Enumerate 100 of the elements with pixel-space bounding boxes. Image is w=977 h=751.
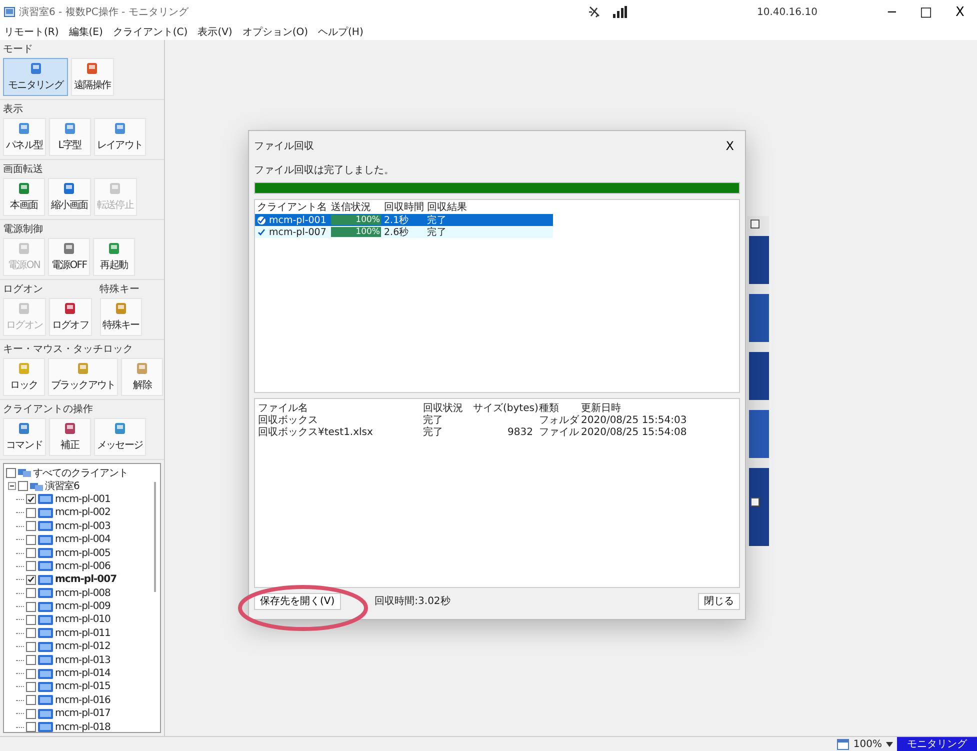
tool-button[interactable]: 縮小画面 bbox=[48, 178, 91, 216]
tool-icon bbox=[18, 122, 30, 135]
tool-button[interactable]: パネル型 bbox=[3, 118, 46, 156]
window-control-button[interactable]: □ bbox=[909, 0, 943, 24]
column-header[interactable]: 回収結果 bbox=[424, 200, 467, 214]
monitor-icon bbox=[38, 708, 53, 719]
client-checkbox[interactable] bbox=[26, 695, 36, 706]
tool-button[interactable]: メッセージ bbox=[94, 418, 146, 456]
tree-item[interactable]: mcm-pl-013 bbox=[55, 654, 110, 666]
table-cell-text: 完了 bbox=[426, 226, 448, 238]
tree-item[interactable]: mcm-pl-011 bbox=[55, 628, 110, 639]
tool-button[interactable]: L字型 bbox=[48, 118, 91, 156]
client-checkbox[interactable] bbox=[26, 534, 36, 545]
tree-item[interactable]: mcm-pl-009 bbox=[55, 601, 110, 612]
table-cell: 2020/08/25 15:54:03 bbox=[581, 414, 687, 426]
client-checkbox[interactable] bbox=[26, 628, 36, 638]
tool-button[interactable]: 補正 bbox=[48, 418, 91, 456]
tool-button[interactable]: ログオフ bbox=[48, 298, 92, 336]
tree-item[interactable]: すべてのクライアント bbox=[33, 466, 128, 480]
tool-button[interactable]: 特殊キー bbox=[100, 298, 142, 336]
client-checkbox[interactable] bbox=[26, 602, 36, 612]
menu-item[interactable]: 編集(E) bbox=[68, 25, 103, 39]
scrollbar[interactable] bbox=[154, 482, 156, 592]
tree-checkbox[interactable] bbox=[18, 481, 28, 492]
column-header[interactable]: 更新日時 bbox=[581, 401, 691, 415]
table-cell: 2020/08/25 15:54:08 bbox=[581, 426, 687, 438]
tree-item[interactable]: mcm-pl-001 bbox=[55, 494, 110, 505]
table-cell: 回収ボックス bbox=[258, 415, 318, 426]
tree-item[interactable]: mcm-pl-003 bbox=[55, 520, 110, 532]
tree-item[interactable]: mcm-pl-005 bbox=[55, 548, 110, 559]
tool-button[interactable]: 再起動 bbox=[93, 238, 135, 276]
open-folder-button[interactable]: 保存先を開く(V) bbox=[254, 592, 341, 610]
client-checkbox[interactable] bbox=[26, 614, 36, 625]
tree-item[interactable]: mcm-pl-014 bbox=[55, 668, 110, 680]
monitor-icon bbox=[38, 508, 53, 518]
column-header[interactable]: クライアント名 bbox=[255, 200, 331, 214]
window-control-button[interactable]: X bbox=[943, 0, 977, 24]
client-checkbox[interactable] bbox=[26, 655, 36, 666]
tool-icon bbox=[30, 62, 42, 75]
close-dialog-button[interactable]: 閉じる bbox=[698, 592, 740, 610]
zoom-icon bbox=[837, 738, 850, 750]
monitor-icon bbox=[38, 588, 53, 598]
elapsed-time: 回収時間:3.02秒 bbox=[374, 594, 450, 608]
section-title: 電源制御 bbox=[3, 222, 44, 236]
tool-button[interactable]: 解除 bbox=[121, 358, 164, 396]
client-checkbox[interactable] bbox=[26, 708, 36, 719]
client-checkbox[interactable] bbox=[26, 588, 36, 598]
client-checkbox[interactable] bbox=[26, 561, 36, 572]
dropdown-arrow-icon[interactable] bbox=[886, 742, 893, 746]
client-checkbox[interactable] bbox=[26, 682, 36, 692]
progress-reading: 100% bbox=[356, 215, 381, 225]
menu-item[interactable]: リモート(R) bbox=[4, 25, 59, 39]
tree-checkbox[interactable] bbox=[6, 468, 16, 478]
column-header[interactable]: ファイル名 bbox=[258, 401, 423, 415]
window-control-button[interactable]: − bbox=[875, 0, 909, 24]
client-checkbox[interactable] bbox=[26, 548, 36, 558]
column-header[interactable]: 種類 bbox=[539, 401, 581, 415]
tree-item[interactable]: mcm-pl-007 bbox=[55, 574, 117, 586]
tool-button[interactable]: モニタリング bbox=[3, 58, 68, 96]
tool-icon bbox=[115, 302, 128, 315]
tool-button[interactable]: 電源OFF bbox=[48, 238, 90, 276]
tree-item[interactable]: mcm-pl-015 bbox=[55, 681, 110, 692]
client-row[interactable]: mcm-pl-007 100% 2.6秒 完了 bbox=[255, 226, 553, 238]
monitor-icon bbox=[38, 628, 53, 638]
client-checkbox[interactable] bbox=[26, 508, 36, 518]
tree-item[interactable]: mcm-pl-016 bbox=[55, 694, 110, 706]
menu-item[interactable]: オプション(O) bbox=[242, 25, 308, 39]
column-header[interactable]: サイズ(bytes) bbox=[473, 401, 539, 415]
tool-button[interactable]: コマンド bbox=[3, 418, 46, 456]
tree-item[interactable]: mcm-pl-012 bbox=[55, 641, 110, 652]
tree-item[interactable]: mcm-pl-008 bbox=[55, 588, 110, 599]
client-checkbox[interactable] bbox=[26, 642, 36, 652]
section-title: 特殊キー bbox=[100, 282, 141, 296]
tool-button[interactable]: ロック bbox=[3, 358, 45, 396]
client-checkbox[interactable] bbox=[26, 494, 36, 504]
close-button[interactable]: X bbox=[720, 138, 740, 154]
tree-item[interactable]: mcm-pl-004 bbox=[55, 534, 110, 546]
tree-item[interactable]: mcm-pl-018 bbox=[55, 722, 110, 732]
tool-button[interactable]: ブラックアウト bbox=[48, 358, 118, 396]
client-row[interactable]: mcm-pl-001 100% 2.1秒 完了 bbox=[255, 214, 553, 226]
menu-item[interactable]: 表示(V) bbox=[198, 25, 232, 39]
tool-button[interactable]: 本画面 bbox=[3, 178, 45, 216]
menu-item[interactable]: クライアント(C) bbox=[112, 25, 188, 39]
client-checkbox[interactable] bbox=[26, 574, 36, 585]
tree-item[interactable]: mcm-pl-002 bbox=[55, 507, 110, 518]
column-header[interactable]: 回収時間 bbox=[381, 200, 424, 214]
tree-item[interactable]: 演習室6 bbox=[45, 479, 80, 494]
client-checkbox[interactable] bbox=[26, 722, 36, 732]
menu-item[interactable]: ヘルプ(H) bbox=[318, 25, 364, 39]
tree-item[interactable]: mcm-pl-017 bbox=[55, 708, 110, 720]
column-header[interactable]: 回収状況 bbox=[423, 401, 473, 415]
expander-icon[interactable] bbox=[8, 482, 16, 490]
tool-button[interactable]: レイアウト bbox=[94, 118, 146, 156]
client-checkbox[interactable] bbox=[26, 521, 36, 532]
tree-item[interactable]: mcm-pl-010 bbox=[55, 614, 110, 626]
tree-item[interactable]: mcm-pl-006 bbox=[55, 560, 110, 572]
client-checkbox[interactable] bbox=[26, 668, 36, 679]
column-header[interactable]: 送信状況 bbox=[331, 200, 381, 214]
table-cell: mcm-pl-007 bbox=[269, 226, 326, 238]
tool-button[interactable]: 遠隔操作 bbox=[71, 58, 114, 96]
